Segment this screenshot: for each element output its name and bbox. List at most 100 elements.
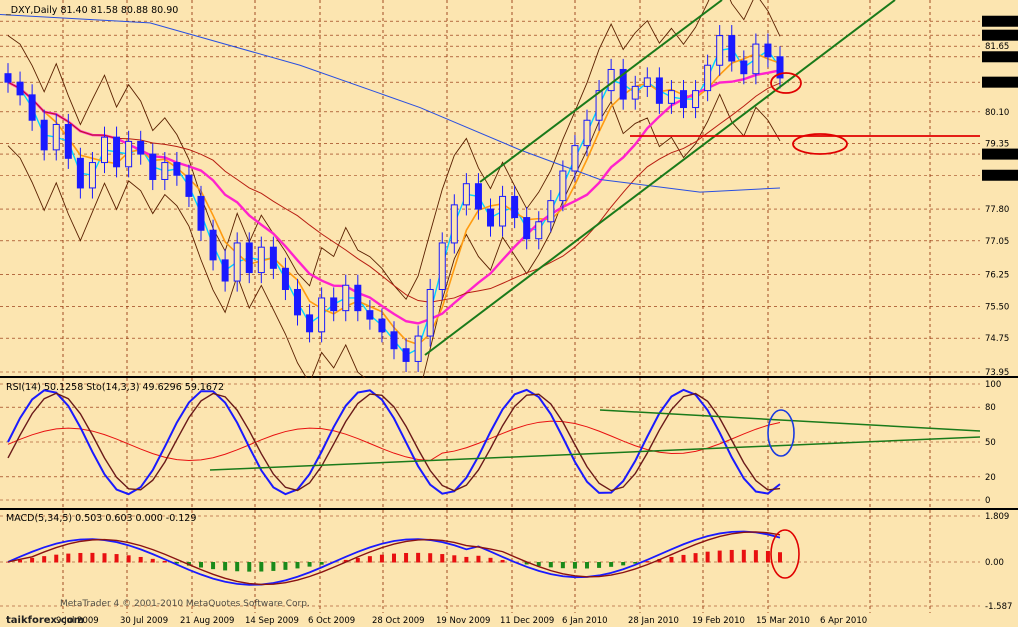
macd-histogram-bar	[223, 562, 228, 571]
candle-body	[511, 195, 519, 219]
price-tick-label: 77.05	[985, 237, 1009, 247]
candle-body	[245, 242, 253, 274]
rsi-tick-label: 50	[985, 438, 996, 448]
candle-body	[752, 43, 760, 75]
x-tick-label: 6 Jan 2010	[562, 616, 608, 626]
macd-histogram-bar	[778, 552, 782, 563]
macd-histogram-bar	[428, 553, 433, 563]
candle-body	[257, 246, 265, 274]
x-tick-label: 21 Aug 2009	[180, 616, 234, 626]
macd-tick-label: 1.809	[985, 512, 1009, 522]
candle-body	[52, 123, 60, 151]
macd-histogram-bar	[609, 562, 614, 567]
macd-histogram-bar	[54, 554, 59, 563]
price-tick-label: 80.80	[985, 78, 1009, 88]
candle-body	[523, 217, 531, 240]
candle-body	[342, 284, 350, 312]
macd-histogram-bar	[235, 562, 240, 572]
macd-histogram-bar	[693, 553, 698, 563]
candle-body	[704, 64, 712, 92]
candle-body	[414, 335, 422, 362]
price-header: _DXY,Daily 81.40 81.58 80.88 80.90	[5, 5, 178, 16]
x-tick-label: 11 Dec 2009	[500, 616, 554, 626]
price-tick-label: 82.24	[985, 17, 1009, 27]
candle-body	[474, 183, 482, 210]
macd-histogram-bar	[114, 554, 119, 563]
macd-histogram-bar	[500, 559, 505, 563]
x-tick-label: 28 Jan 2010	[628, 616, 679, 626]
rsi-tick-label: 0	[985, 496, 990, 506]
macd-histogram-bar	[259, 562, 264, 572]
macd-histogram-bar	[597, 562, 602, 568]
candle-body	[318, 297, 326, 333]
macd-histogram-bar	[319, 562, 324, 565]
candle-body	[88, 162, 96, 189]
macd-histogram-bar	[416, 552, 421, 563]
x-tick-label: 19 Nov 2009	[436, 616, 490, 626]
macd-histogram-bar	[585, 562, 589, 569]
macd-histogram-bar	[355, 557, 360, 563]
macd-histogram-bar	[717, 550, 722, 563]
candle-body	[173, 162, 181, 176]
metatrader-watermark: MetaTrader 4 © 2001-2010 MetaQuotes Soft…	[60, 599, 310, 609]
candle-body	[354, 284, 362, 312]
macd-histogram-bar	[271, 562, 276, 571]
chart-svg: 82.24 81.9181.6581.40 80.80 80.10 79.3579.10…	[0, 0, 1018, 627]
candle-body	[16, 81, 24, 96]
candle-body	[28, 94, 36, 121]
price-tick-label: 75.50	[985, 302, 1009, 312]
candle-body	[692, 90, 700, 109]
x-tick-label: 15 Mar 2010	[756, 616, 810, 626]
candle-body	[571, 145, 579, 172]
candle-body	[378, 318, 386, 333]
price-tick-label: 73.95	[985, 368, 1009, 378]
candle-body	[137, 140, 145, 155]
rsi-header: RSI(14) 50.1258 Sto(14,3,3) 49.6296 59.1…	[6, 382, 224, 393]
candle-body	[487, 208, 494, 227]
candle-body	[161, 162, 169, 180]
macd-histogram-bar	[379, 554, 384, 563]
price-tick-label: 79.10	[985, 150, 1009, 160]
candle-body	[233, 242, 241, 282]
candle-body	[462, 183, 470, 206]
macd-histogram-bar	[102, 553, 107, 563]
macd-histogram-bar	[548, 562, 553, 568]
candle-body	[185, 174, 193, 197]
candle-body	[631, 85, 639, 100]
candle-body	[76, 157, 84, 189]
candle-body	[680, 90, 687, 109]
macd-histogram-bar	[681, 554, 686, 563]
candle-body	[330, 297, 338, 312]
macd-histogram-bar	[729, 549, 734, 563]
macd-histogram-bar	[90, 552, 95, 563]
candle-body	[402, 348, 410, 362]
candle-body	[450, 204, 458, 244]
macd-histogram-bar	[572, 562, 577, 569]
chart-stage: 82.24 81.91 81.65 81.40 80.80 80.10 79.35 79.10…	[0, 0, 1018, 627]
candle-body	[390, 331, 398, 350]
macd-histogram-bar	[211, 562, 216, 570]
candle-body	[40, 119, 48, 151]
macd-histogram-bar	[150, 558, 155, 563]
candle-body	[306, 314, 314, 333]
macd-histogram-bar	[138, 556, 143, 563]
price-tick-label: 77.80	[985, 205, 1009, 215]
price-tick-label: 80.10	[985, 108, 1009, 118]
macd-histogram-bar	[199, 562, 203, 568]
candle-body	[535, 221, 543, 240]
candle-body	[221, 259, 229, 282]
price-tick-label: 79.35	[985, 140, 1009, 150]
price-tick-label: 81.91	[985, 31, 1009, 41]
macd-tick-label: -1.587	[985, 602, 1012, 612]
macd-histogram-bar	[440, 554, 445, 563]
candle-body	[667, 90, 675, 104]
candle-body	[643, 77, 651, 87]
macd-histogram-bar	[30, 557, 35, 563]
candle-body	[728, 35, 736, 62]
macd-histogram-bar	[488, 557, 493, 563]
brand-watermark: taikforex.com	[6, 615, 84, 626]
macd-histogram-bar	[765, 550, 770, 563]
macd-histogram-bar	[753, 550, 758, 563]
price-tick-label: 74.75	[985, 334, 1009, 344]
macd-histogram-bar	[367, 556, 372, 563]
